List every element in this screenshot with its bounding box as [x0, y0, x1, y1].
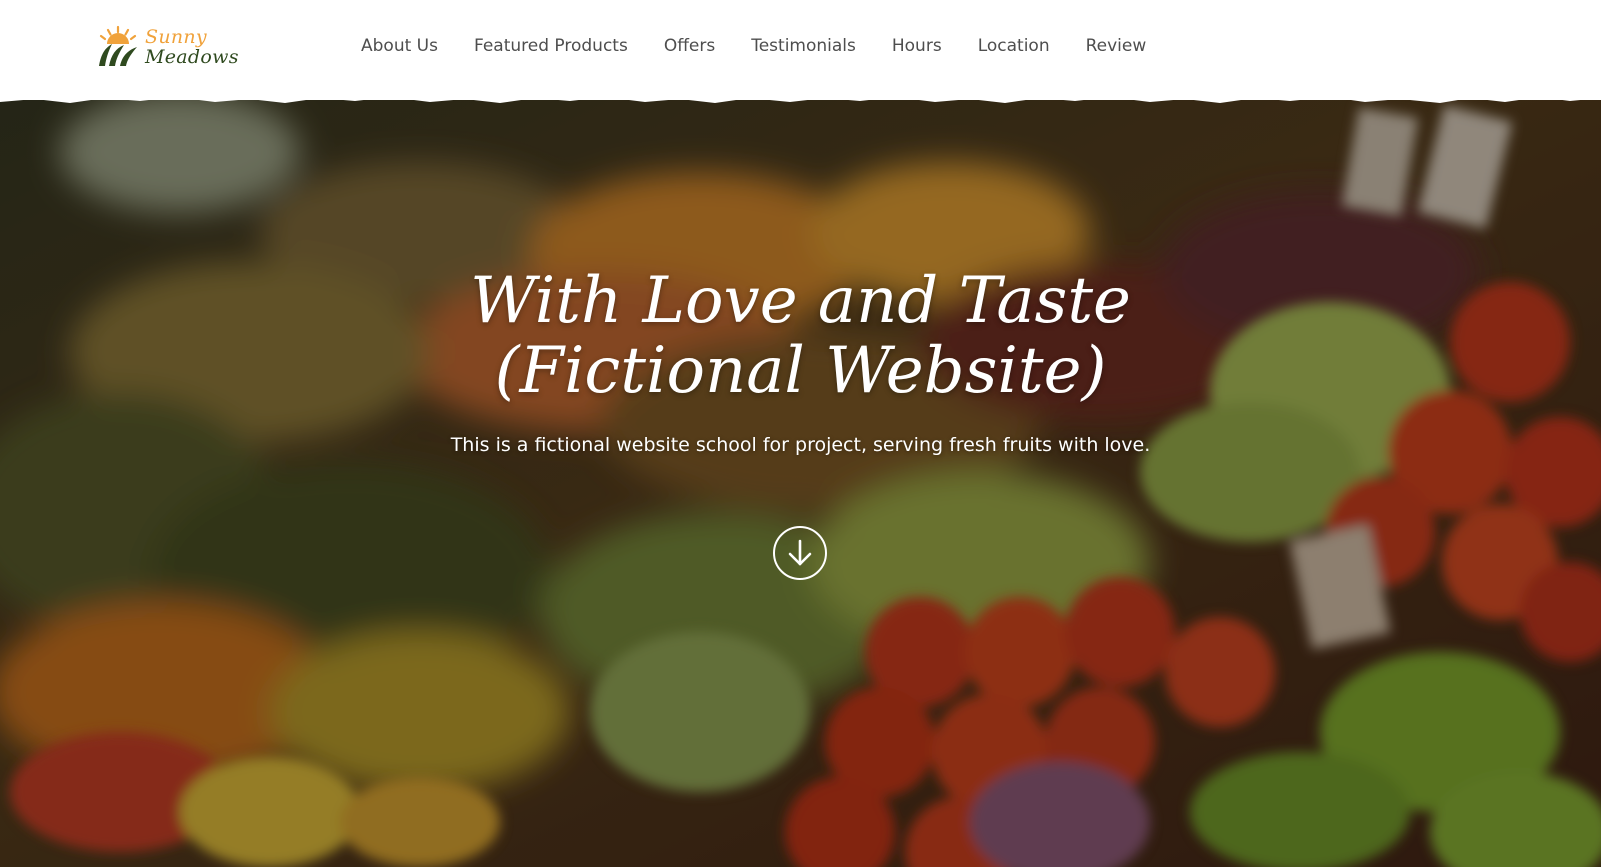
nav-link-testimonials[interactable]: Testimonials — [751, 36, 856, 56]
hero-subtitle: This is a fictional website school for p… — [450, 434, 1151, 456]
nav-link-hours[interactable]: Hours — [892, 36, 942, 56]
nav-link-location[interactable]: Location — [978, 36, 1050, 56]
hero-title: With Love and Taste (Fictional Website) — [470, 264, 1131, 408]
main-nav: About Us Featured Products Offers Testim… — [361, 33, 1146, 59]
nav-link-about-us[interactable]: About Us — [361, 36, 438, 56]
site-header: Sunny Meadows About Us Featured Products… — [0, 0, 1601, 100]
brand-wordmark: Sunny Meadows — [145, 25, 239, 68]
arrow-down-circle-icon — [788, 539, 812, 566]
hero-content: With Love and Taste (Fictional Website) … — [0, 266, 1601, 456]
nav-link-featured-products[interactable]: Featured Products — [474, 36, 628, 56]
brand-logo[interactable]: Sunny Meadows — [95, 22, 245, 72]
nav-link-offers[interactable]: Offers — [664, 36, 715, 56]
hero-dark-overlay — [0, 92, 1601, 867]
sun-over-leaves-icon — [99, 25, 137, 66]
hero-section — [0, 92, 1601, 867]
nav-link-review[interactable]: Review — [1086, 36, 1147, 56]
scroll-down-button[interactable] — [773, 526, 827, 580]
brand-name-line2: Meadows — [145, 45, 239, 68]
brand-name-line1: Sunny — [145, 25, 207, 48]
